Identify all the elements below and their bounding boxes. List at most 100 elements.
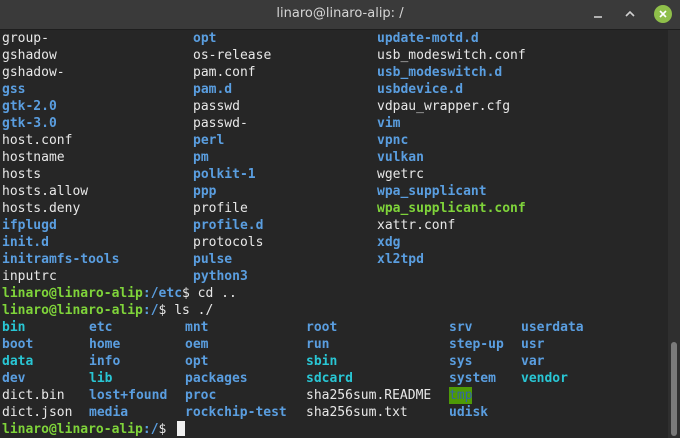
file-entry: sbin <box>306 354 338 369</box>
file-entry: media <box>89 405 129 420</box>
file-entry: etc <box>89 320 113 335</box>
shell-prompt-line: linaro@linaro-alip:/$ <box>2 421 666 438</box>
file-entry: passwd- <box>193 116 248 131</box>
file-entry: srv <box>449 320 473 335</box>
shell-prompt-line: linaro@linaro-alip:/etc$ cd .. <box>2 285 666 302</box>
file-entry: hosts <box>2 167 42 182</box>
file-entry: inputrc <box>2 269 57 284</box>
file-entry: opt <box>185 354 209 369</box>
file-entry: info <box>89 354 121 369</box>
terminal-line: data info opt sbin sys var <box>2 353 666 370</box>
shell-prompt-line: linaro@linaro-alip:/$ ls ./ <box>2 302 666 319</box>
terminal-window: linaro@linaro-alip: / group-opt update-mo… <box>0 0 680 438</box>
file-entry: system <box>449 371 496 386</box>
file-entry: vim <box>377 116 401 131</box>
file-entry: userdata <box>521 320 584 335</box>
file-entry: hosts.allow <box>2 184 89 199</box>
terminal-line: gtk-3.0 passwd-vim <box>2 115 666 132</box>
maximize-icon[interactable] <box>622 6 638 22</box>
file-entry: sys <box>449 354 473 369</box>
terminal-output[interactable]: group-opt update-motd.d gshadow os-release u… <box>0 30 668 438</box>
terminal-line: hosts polkit-1 wgetrc <box>2 166 666 183</box>
file-entry: gtk-2.0 <box>2 99 57 114</box>
file-entry: dict.bin <box>2 388 65 403</box>
file-entry: python3 <box>193 269 248 284</box>
file-entry: hostname <box>2 150 65 165</box>
file-entry: pam.conf <box>193 65 256 80</box>
terminal-line: gshadow-pam.conf usb_modeswitch.d <box>2 64 666 81</box>
file-entry: bin <box>2 320 26 335</box>
text-cursor <box>177 421 186 436</box>
terminal-line: hosts.deny profile wpa_supplicant.conf <box>2 200 666 217</box>
file-entry: dict.json <box>2 405 73 420</box>
file-entry: opt <box>193 31 217 46</box>
file-entry: var <box>521 354 545 369</box>
file-entry: dev <box>2 371 26 386</box>
prompt-path: :/ <box>142 303 159 318</box>
terminal-line: bin etc mnt root srv userdata <box>2 319 666 336</box>
scrollbar[interactable] <box>668 30 680 438</box>
file-entry: sha256sum.README <box>306 388 432 403</box>
file-entry: protocols <box>193 235 264 250</box>
file-entry: hosts.deny <box>2 201 81 216</box>
terminal-line: ifplugd profile.d xattr.conf <box>2 217 666 234</box>
file-entry: lost+found <box>89 388 168 403</box>
file-entry: profile.d <box>193 218 264 233</box>
prompt-command: $ <box>158 422 175 437</box>
file-entry: step-up <box>449 337 504 352</box>
file-entry: packages <box>185 371 248 386</box>
file-entry: wpa_supplicant <box>377 184 487 199</box>
file-entry: vpnc <box>377 133 409 148</box>
file-entry: init.d <box>2 235 49 250</box>
terminal-line: init.d protocols xdg <box>2 234 666 251</box>
file-entry: root <box>306 320 338 335</box>
file-entry: pm <box>193 150 209 165</box>
file-entry: wgetrc <box>377 167 424 182</box>
file-entry: sdcard <box>306 371 353 386</box>
file-entry: ifplugd <box>2 218 57 233</box>
file-entry: gss <box>2 82 26 97</box>
file-entry: vendor <box>521 371 568 386</box>
file-entry: profile <box>193 201 248 216</box>
prompt-command: $ ls ./ <box>158 303 214 318</box>
file-entry: xdg <box>377 235 401 250</box>
file-entry: host.conf <box>2 133 73 148</box>
terminal-line: host.conf perl vpnc <box>2 132 666 149</box>
terminal-line: boot home oem run step-up usr <box>2 336 666 353</box>
file-entry: pulse <box>193 252 233 267</box>
file-entry: xl2tpd <box>377 252 424 267</box>
file-entry: gshadow- <box>2 65 65 80</box>
file-entry: initramfs-tools <box>2 252 120 267</box>
file-entry: boot <box>2 337 34 352</box>
prompt-command: $ cd .. <box>182 286 237 301</box>
prompt-user: linaro@linaro-alip <box>2 303 143 318</box>
file-entry: usbdevice.d <box>377 82 464 97</box>
terminal-line: gss pam.d usbdevice.d <box>2 81 666 98</box>
terminal-line: hostname pm vulkan <box>2 149 666 166</box>
file-entry: oem <box>185 337 209 352</box>
terminal-line: gshadow os-release usb_modeswitch.conf <box>2 47 666 64</box>
prompt-path: :/ <box>142 422 159 437</box>
file-entry: vdpau_wrapper.cfg <box>377 99 511 114</box>
terminal-line: initramfs-tools pulse xl2tpd <box>2 251 666 268</box>
file-entry: perl <box>193 133 225 148</box>
terminal-line: hosts.allow ppp wpa_supplicant <box>2 183 666 200</box>
file-entry: pam.d <box>193 82 233 97</box>
minimize-icon[interactable] <box>590 6 606 22</box>
file-entry: gtk-3.0 <box>2 116 57 131</box>
file-entry: wpa_supplicant.conf <box>377 201 526 216</box>
file-entry: usb_modeswitch.conf <box>377 48 526 63</box>
title-bar[interactable]: linaro@linaro-alip: / <box>0 0 680 30</box>
file-entry: os-release <box>193 48 272 63</box>
file-entry: usr <box>521 337 545 352</box>
terminal-line: group-opt update-motd.d <box>2 30 666 47</box>
file-entry: home <box>89 337 121 352</box>
file-entry: polkit-1 <box>193 167 256 182</box>
file-entry: rockchip-test <box>185 405 287 420</box>
scrollbar-thumb[interactable] <box>671 342 677 436</box>
file-entry: tmp <box>449 387 473 404</box>
window-title: linaro@linaro-alip: / <box>276 6 404 21</box>
file-entry: update-motd.d <box>377 31 479 46</box>
close-icon[interactable] <box>654 5 672 23</box>
prompt-user: linaro@linaro-alip <box>2 286 143 301</box>
